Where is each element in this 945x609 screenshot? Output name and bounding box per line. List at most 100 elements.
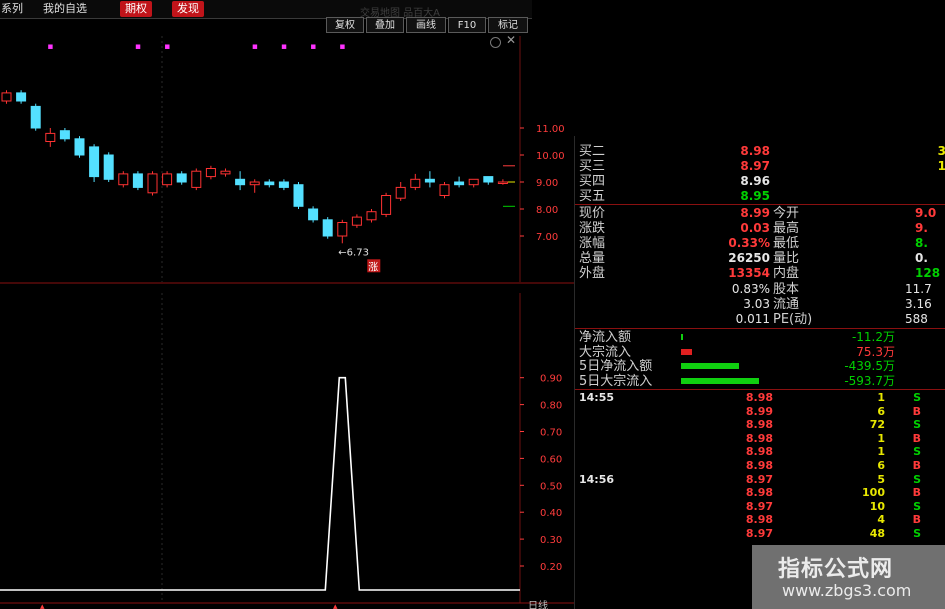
chart-toolbar: 复权 叠加 画线 F10 标记 [320, 15, 532, 35]
tick-row: 8.97 48 S [575, 527, 945, 540]
tick-volume: 6 [877, 459, 885, 472]
candle [191, 168, 202, 191]
flow-bar [681, 377, 759, 384]
extra-value: 3.16 [905, 297, 932, 311]
flow-label: 净流入额 [579, 330, 632, 345]
price-label: 8.00 [536, 205, 558, 216]
indicator-label: 0.60 [540, 454, 562, 465]
bid-label: 买五 [579, 189, 606, 204]
bid-price: 8.98 [740, 144, 770, 158]
stat-value: 9. [915, 221, 928, 235]
bid-volume: 1 [937, 159, 945, 173]
candle [162, 171, 173, 188]
flow-row: 5日大宗流入 -593.7万 [575, 374, 945, 389]
tick-price: 8.98 [745, 486, 773, 500]
stat-label: 量比 [773, 251, 800, 266]
tick-price: 8.98 [745, 513, 773, 527]
stat-value: 8. [915, 236, 928, 250]
flow-value: -439.5万 [844, 359, 895, 373]
stat-value: 8.99 [740, 206, 770, 220]
flow-row: 大宗流入 75.3万 [575, 345, 945, 360]
price-label: 10.00 [536, 151, 565, 162]
quote-panel: 买二 8.98 3 买三 8.97 1 买四 8.96 买五 8.95 现价 8.99 今开 9.0 涨跌… [574, 136, 945, 609]
indicator-label: 0.30 [540, 535, 562, 546]
candle [381, 192, 392, 218]
stat-label: 现价 [579, 206, 606, 221]
mark-button[interactable]: 标记 [488, 17, 528, 33]
bid-price: 8.97 [740, 159, 770, 173]
indicator-label: 0.50 [540, 481, 562, 492]
stat-label: 外盘 [579, 266, 606, 281]
signal-mark: ▪ [339, 42, 345, 52]
candle [220, 168, 231, 177]
site-badge: 指标公式网 www.zbgs3.com [752, 545, 945, 609]
tab-my-watchlist[interactable]: 我的自选 [38, 1, 92, 17]
candle [410, 173, 421, 191]
tick-volume: 6 [877, 404, 885, 418]
tick-side: S [913, 472, 921, 486]
tick-side: S [913, 391, 921, 404]
stat-value: 13354 [728, 266, 770, 280]
stat-label: 涨跌 [579, 221, 606, 236]
extra-value: 588 [905, 312, 928, 326]
extra-row: 0.011 PE(动) 588 [575, 312, 945, 327]
overlay-button[interactable]: 叠加 [366, 17, 404, 33]
signal-mark: ▪ [135, 42, 141, 52]
stat-row: 现价 8.99 今开 9.0 [575, 206, 945, 221]
bid-label: 买四 [579, 174, 606, 189]
tick-price: 8.97 [745, 472, 773, 486]
restore-rights-button[interactable]: 复权 [326, 17, 364, 33]
tab-options[interactable]: 期权 [120, 1, 152, 17]
low-price-marker: ←6.73 [338, 247, 369, 258]
stat-value: 9.0 [915, 206, 937, 220]
tick-side: S [913, 527, 921, 540]
extra-label: PE(动) [773, 312, 813, 327]
indicator-chart[interactable]: 0.90 0.80 0.70 0.60 0.50 0.40 0.30 0.20 ▴ ▴ [0, 293, 574, 609]
flow-value: -593.7万 [844, 373, 895, 388]
stat-label: 总量 [579, 251, 606, 266]
tick-row: 8.98 6 B [575, 459, 945, 472]
kline-chart[interactable]: 11.00 10.00 9.00 8.00 7.00 ▪ ▪ ▪ ▪ ▪ ▪ ▪ ←6.73 涨 [0, 36, 574, 286]
stat-label: 内盘 [773, 266, 800, 281]
f10-button[interactable]: F10 [448, 17, 486, 33]
tick-row: 8.99 6 B [575, 405, 945, 418]
tick-price: 8.98 [745, 418, 773, 432]
candle [45, 128, 56, 147]
candle [395, 182, 406, 201]
tab-discover[interactable]: 发现 [172, 1, 204, 17]
tab-series[interactable]: 系列 [0, 1, 28, 17]
bid-row: 买三 8.97 1 [575, 159, 945, 174]
tick-row: 14:56 8.97 5 S [575, 473, 945, 486]
candle [483, 176, 494, 185]
tick-side: B [912, 431, 921, 445]
tick-price: 8.97 [745, 499, 773, 513]
draw-line-button[interactable]: 画线 [406, 17, 446, 33]
extra-row: 0.83% 股本 11.7 [575, 282, 945, 297]
tick-price: 8.98 [745, 445, 773, 459]
candle [59, 128, 70, 142]
bid-row: 买二 8.98 3 [575, 144, 945, 159]
zhang-label: 涨 [368, 261, 378, 273]
signal-mark: ▪ [281, 42, 287, 52]
tick-side: B [912, 486, 921, 500]
candle [293, 182, 304, 209]
bid-row: 买五 8.95 [575, 189, 945, 204]
signal-mark: ▪ [47, 42, 53, 52]
stat-value: 26250 [728, 251, 770, 265]
stat-label: 最低 [773, 236, 800, 251]
tick-volume: 1 [877, 445, 885, 459]
stat-row: 涨跌 0.03 最高 9. [575, 221, 945, 236]
signal-mark: ▪ [164, 42, 170, 52]
stat-value: 0.03 [740, 221, 770, 235]
price-label: 11.00 [536, 124, 565, 135]
tick-price: 8.97 [745, 527, 773, 540]
signal-mark: ▪ [252, 42, 258, 52]
indicator-label: 0.70 [540, 428, 562, 439]
extra-label: 流通 [773, 297, 800, 312]
extra-value: 3.03 [743, 297, 770, 311]
candle [74, 136, 85, 158]
tick-volume: 100 [862, 486, 885, 500]
tick-time: 14:56 [579, 472, 615, 486]
stat-label: 涨幅 [579, 236, 606, 251]
period-label[interactable]: 日线 [528, 597, 548, 609]
